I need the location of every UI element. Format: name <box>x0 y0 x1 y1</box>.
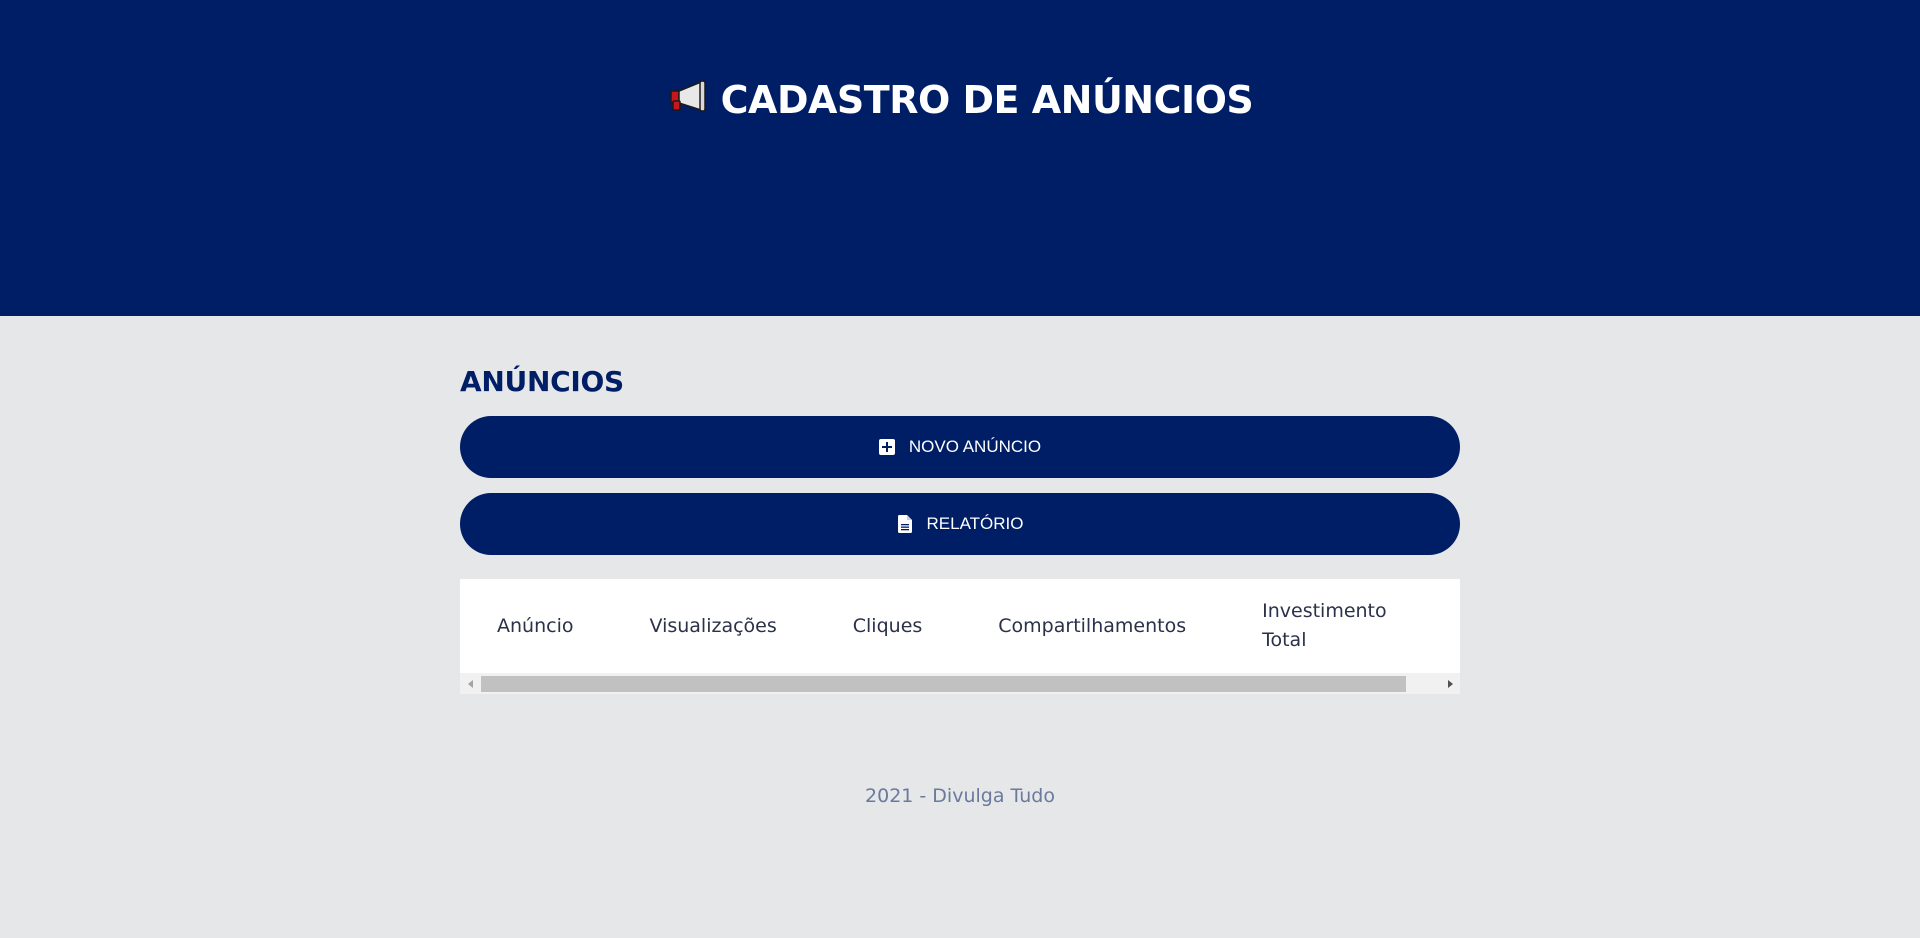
table-header-row: Anúncio Visualizações Cliques Compartilh… <box>460 579 1422 673</box>
scroll-left-arrow-icon[interactable] <box>460 673 481 694</box>
column-header-views: Visualizações <box>649 614 777 637</box>
new-ad-button-label: NOVO ANÚNCIO <box>908 437 1042 456</box>
column-header-total-investment: Investimento Total <box>1262 600 1387 651</box>
megaphone-icon <box>667 72 711 128</box>
ads-table-container: Anúncio Visualizações Cliques Compartilh… <box>460 579 1460 673</box>
column-header-clicks: Cliques <box>852 614 923 637</box>
horizontal-scrollbar[interactable] <box>460 673 1460 694</box>
column-header-ad: Anúncio <box>497 614 574 637</box>
column-header-shares: Compartilhamentos <box>998 614 1187 637</box>
scroll-right-arrow-icon[interactable] <box>1439 673 1460 694</box>
scrollbar-thumb[interactable] <box>481 676 1406 692</box>
ads-table: Anúncio Visualizações Cliques Compartilh… <box>460 579 1422 673</box>
report-button[interactable]: RELATÓRIO <box>460 493 1460 555</box>
new-ad-button[interactable]: NOVO ANÚNCIO <box>460 416 1460 478</box>
page-footer: 2021 - Divulga Tudo <box>0 781 1920 811</box>
section-title: ANÚNCIOS <box>460 365 624 398</box>
page-header: CADASTRO DE ANÚNCIOS <box>0 0 1920 316</box>
report-button-label: RELATÓRIO <box>926 514 1024 533</box>
footer-text: 2021 - Divulga Tudo <box>865 785 1055 807</box>
page-title: CADASTRO DE ANÚNCIOS <box>0 72 1920 131</box>
plus-square-icon <box>878 438 895 456</box>
page-title-text: CADASTRO DE ANÚNCIOS <box>720 78 1254 122</box>
main-content: ANÚNCIOS NOVO ANÚNCIO RELATÓRIO Anúncio … <box>460 316 1460 694</box>
document-icon <box>897 515 913 533</box>
